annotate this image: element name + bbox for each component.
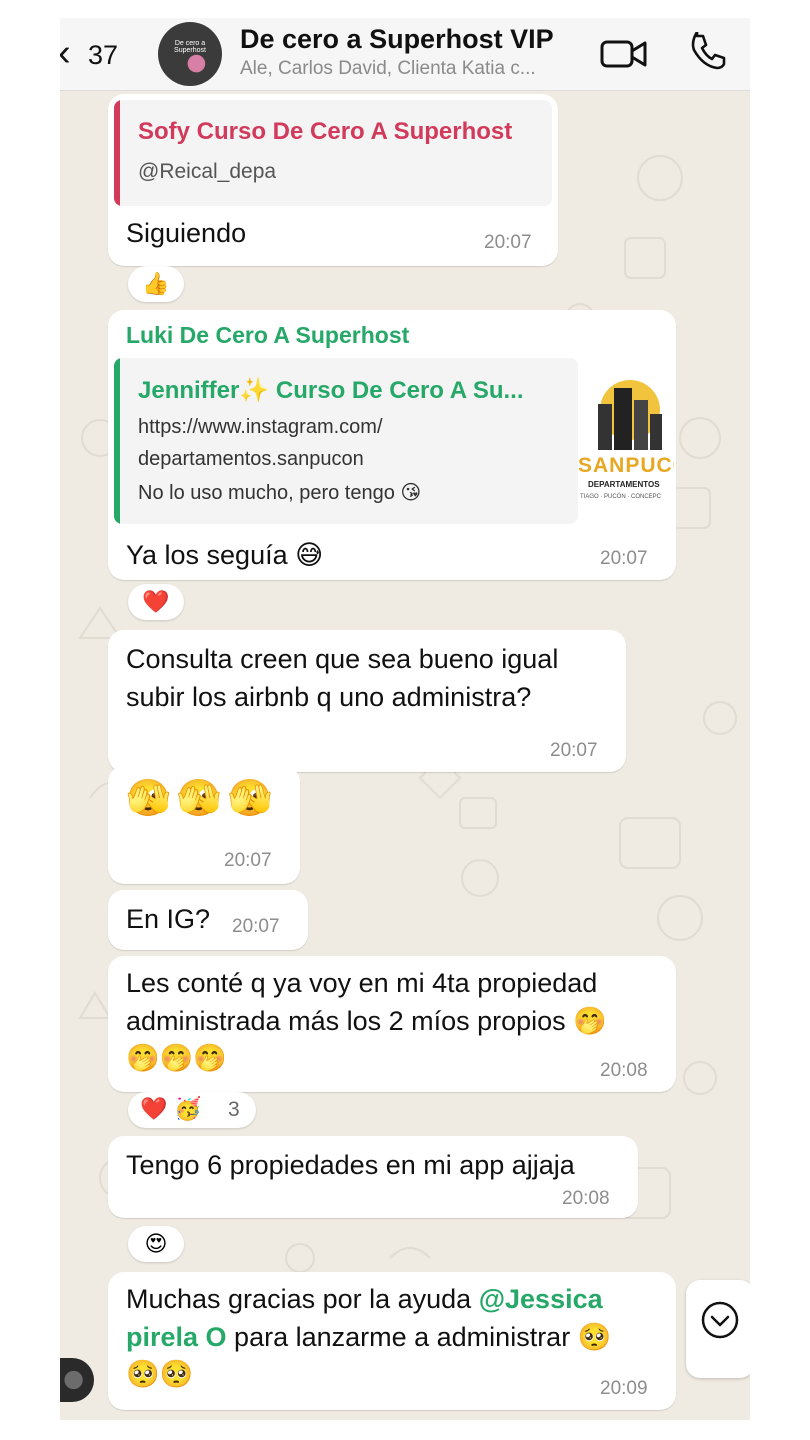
message-bubble[interactable]: 🫣🫣🫣 20:07 — [108, 766, 300, 884]
reaction-badge[interactable]: ❤️ 🥳 3 — [128, 1092, 256, 1128]
message-time: 20:07 — [600, 548, 648, 569]
message-time: 20:08 — [562, 1188, 610, 1209]
reaction-badge[interactable]: ❤️ — [128, 584, 184, 620]
thumbnail-cities: TIAGO · PUCÓN · CONCEPC — [580, 494, 662, 500]
heart-eyes-icon: 😍 — [144, 1232, 168, 1257]
message-text-line1: Muchas gracias por la ayuda @Jessica — [126, 1280, 603, 1318]
chevron-down-circle-icon — [701, 1301, 739, 1339]
chevron-left-icon: ‹ — [60, 34, 71, 72]
unread-count: 37 — [88, 40, 119, 70]
heart-party-icon: ❤️ 🥳 — [140, 1097, 202, 1122]
reaction-badge[interactable]: 😍 — [128, 1226, 184, 1262]
message-text-line2: administrada más los 2 míos propios 🤭 — [126, 1006, 607, 1036]
message-text: Tengo 6 propiedades en mi app ajjaja — [126, 1150, 575, 1180]
message-text-line3: 🥺🥺 — [126, 1359, 194, 1390]
quote-bar — [114, 358, 120, 524]
message-text-pre: Muchas gracias por la ayuda — [126, 1284, 479, 1314]
quote-bar — [114, 100, 120, 206]
scroll-to-bottom-button[interactable] — [686, 1280, 750, 1378]
chat-screen: ‹ 37 De cero a Superhost De cero a Super… — [60, 18, 750, 1420]
message-time: 20:07 — [232, 916, 280, 937]
heart-icon: ❤️ — [142, 590, 170, 615]
message-text-line1: Consulta creen que sea bueno igual — [126, 644, 559, 674]
mention-link[interactable]: @Jessica — [479, 1284, 603, 1314]
message-text: Siguiendo — [126, 218, 247, 248]
message-bubble[interactable]: Muchas gracias por la ayuda @Jessica pir… — [108, 1272, 676, 1410]
sender-name: Luki De Cero A Superhost — [126, 322, 410, 348]
quote-author: Jenniffer✨ Curso De Cero A Su... — [138, 377, 524, 404]
message-time: 20:07 — [550, 740, 598, 761]
message-bubble[interactable]: Sofy Curso De Cero A Superhost @Reical_d… — [108, 94, 558, 266]
reaction-count: 3 — [228, 1098, 240, 1121]
quote-thumbnail[interactable]: SANPUCO DEPARTAMENTOS TIAGO · PUCÓN · CO… — [578, 358, 674, 524]
message-text-line2: pirela O para lanzarme a administrar 🥺 — [126, 1318, 611, 1356]
back-button[interactable]: ‹ 37 — [60, 32, 148, 76]
chat-members[interactable]: Ale, Carlos David, Clienta Katia c... — [240, 58, 585, 80]
reaction-badge[interactable]: 👍 — [128, 266, 184, 302]
quote-text: No lo uso mucho, pero tengo 😘 — [138, 482, 422, 504]
message-text: Ya los seguía 😅 — [126, 540, 324, 570]
phone-icon[interactable] — [688, 32, 728, 72]
message-text: En IG? — [126, 904, 211, 934]
thumbnail-brand: SANPUCO — [578, 454, 674, 477]
message-bubble[interactable]: Luki De Cero A Superhost Jenniffer✨ Curs… — [108, 310, 676, 580]
message-text-line2: subir los airbnb q uno administra? — [126, 682, 532, 712]
message-time: 20:07 — [484, 232, 532, 253]
message-bubble[interactable]: Tengo 6 propiedades en mi app ajjaja 20:… — [108, 1136, 638, 1218]
message-time: 20:08 — [600, 1060, 648, 1081]
quote-text: @Reical_depa — [138, 160, 277, 183]
message-time: 20:09 — [600, 1378, 648, 1399]
group-avatar[interactable]: De cero a Superhost — [158, 22, 222, 86]
video-camera-icon[interactable] — [600, 36, 648, 72]
quote-link-line2[interactable]: departamentos.sanpucon — [138, 448, 364, 471]
mention-link[interactable]: pirela O — [126, 1322, 227, 1352]
quoted-message[interactable]: Jenniffer✨ Curso De Cero A Su... https:/… — [114, 358, 578, 524]
message-bubble[interactable]: Consulta creen que sea bueno igual subir… — [108, 630, 626, 772]
quoted-message[interactable]: Sofy Curso De Cero A Superhost @Reical_d… — [114, 100, 552, 206]
message-text-line1: Les conté q ya voy en mi 4ta propiedad — [126, 968, 598, 998]
chat-header: ‹ 37 De cero a Superhost De cero a Super… — [60, 18, 750, 91]
sender-avatar[interactable] — [60, 1358, 94, 1402]
message-time: 20:07 — [224, 850, 272, 871]
message-bubble[interactable]: Les conté q ya voy en mi 4ta propiedad a… — [108, 956, 676, 1092]
message-text-line3: 🤭🤭🤭 — [126, 1043, 227, 1074]
message-text: 🫣🫣🫣 — [126, 778, 279, 819]
thumbnail-subtitle: DEPARTAMENTOS — [588, 480, 660, 489]
chat-title[interactable]: De cero a Superhost VIP — [240, 24, 580, 55]
thumbs-up-icon: 👍 — [142, 272, 170, 297]
quote-link-line1[interactable]: https://www.instagram.com/ — [138, 416, 383, 439]
avatar-label: De cero a Superhost — [174, 40, 206, 54]
message-text-post: para lanzarme a administrar 🥺 — [226, 1322, 612, 1352]
message-bubble[interactable]: En IG? 20:07 — [108, 890, 308, 950]
quote-author: Sofy Curso De Cero A Superhost — [138, 118, 513, 145]
